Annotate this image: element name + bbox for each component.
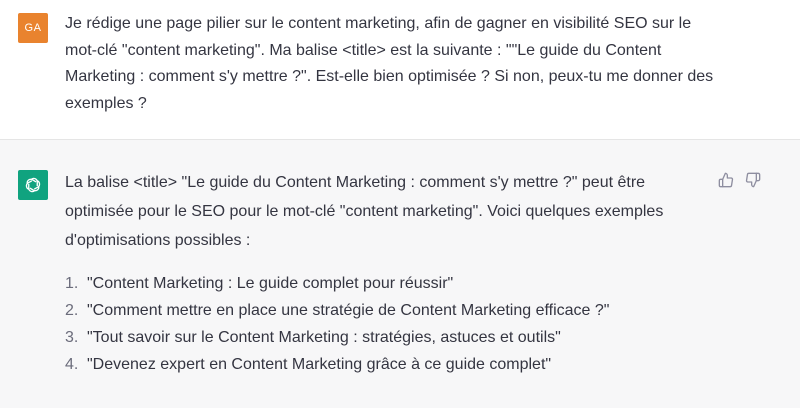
openai-logo-icon — [25, 177, 41, 193]
examples-list: 1. "Content Marketing : Le guide complet… — [65, 270, 609, 378]
assistant-intro-text: La balise <title> "Le guide du Content M… — [65, 174, 664, 249]
list-item-text: "Tout savoir sur le Content Marketing : … — [87, 329, 561, 346]
assistant-avatar — [18, 170, 48, 200]
assistant-message: La balise <title> "Le guide du Content M… — [0, 140, 800, 408]
list-item-number: 3. — [65, 329, 79, 346]
user-message: GA Je rédige une page pilier sur le cont… — [0, 0, 800, 140]
list-item: 3. "Tout savoir sur le Content Marketing… — [65, 324, 609, 351]
list-item: 2. "Comment mettre en place une stratégi… — [65, 297, 609, 324]
list-item-number: 2. — [65, 302, 79, 319]
list-item-text: "Comment mettre en place une stratégie d… — [87, 302, 610, 319]
user-avatar: GA — [18, 13, 48, 43]
list-item: 4. "Devenez expert en Content Marketing … — [65, 351, 609, 378]
thumbs-down-icon — [745, 172, 761, 188]
list-item: 1. "Content Marketing : Le guide complet… — [65, 270, 609, 297]
thumbs-up-icon — [718, 172, 734, 188]
list-item-number: 4. — [65, 356, 79, 373]
thumbs-up-button[interactable] — [717, 171, 735, 189]
list-item-text: "Content Marketing : Le guide complet po… — [87, 275, 454, 292]
thumbs-down-button[interactable] — [744, 171, 762, 189]
user-message-text: Je rédige une page pilier sur le content… — [65, 15, 714, 112]
list-item-text: "Devenez expert en Content Marketing grâ… — [87, 356, 552, 373]
list-item-number: 1. — [65, 275, 79, 292]
